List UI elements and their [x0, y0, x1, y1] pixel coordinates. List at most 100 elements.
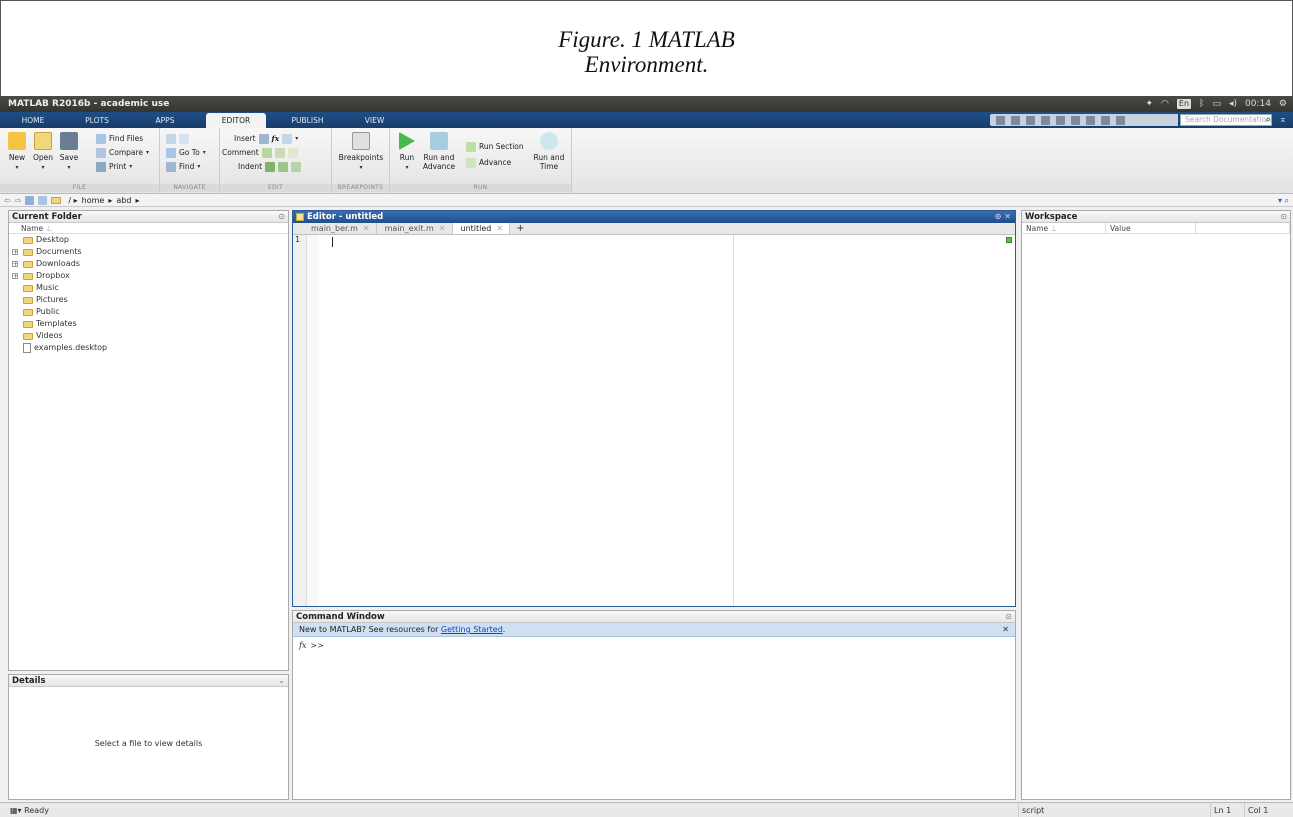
insert-function-icon[interactable]: fx [272, 134, 280, 144]
file-item[interactable]: examples.desktop [9, 342, 288, 354]
tab-apps[interactable]: APPS [140, 113, 190, 128]
save-button[interactable]: Save ▾ [58, 132, 80, 172]
quick-paste-icon[interactable] [1056, 115, 1065, 125]
run-and-time-button[interactable]: Run and Time [532, 132, 566, 171]
folder-item[interactable]: Desktop [9, 234, 288, 246]
close-tab-icon[interactable]: ✕ [496, 224, 503, 233]
item-name: examples.desktop [34, 343, 108, 352]
search-documentation-input[interactable]: Search Documentation [1180, 114, 1272, 126]
folder-item[interactable]: Templates [9, 318, 288, 330]
run-button[interactable]: Run ▾ [396, 132, 418, 172]
quick-redo-icon[interactable] [1086, 115, 1095, 125]
workspace-value-column[interactable]: Value [1106, 223, 1196, 233]
indent-button[interactable]: Indent [238, 162, 302, 172]
editor-tab-main-ber[interactable]: main_ber.m ✕ [303, 223, 377, 234]
close-tab-icon[interactable]: ✕ [439, 224, 446, 233]
path-segment-abd[interactable]: abd [116, 194, 131, 207]
workspace-name-column[interactable]: Name ⊥ [1022, 223, 1106, 233]
folder-item[interactable]: Music [9, 282, 288, 294]
wifi-icon[interactable]: ◠ [1161, 96, 1169, 112]
find-button[interactable]: Find ▾ [166, 162, 200, 172]
help-icon[interactable] [1116, 115, 1125, 125]
keyboard-language[interactable]: En [1176, 99, 1192, 109]
clock[interactable]: 00:14 [1245, 96, 1271, 112]
panel-menu-icon[interactable]: ⊙ [1005, 611, 1012, 623]
compare-button[interactable]: Compare ▾ [96, 148, 149, 158]
edit-section: Insert fx ▾ Comment Indent EDIT [220, 128, 332, 194]
close-banner-icon[interactable]: ✕ [1002, 623, 1009, 637]
folder-item[interactable]: Videos [9, 330, 288, 342]
compare-icon [96, 148, 106, 158]
back-arrow-icon[interactable]: ⇦ [4, 194, 11, 207]
code-folding-column[interactable] [307, 235, 319, 606]
getting-started-link[interactable]: Getting Started [441, 625, 503, 634]
folder-item[interactable]: Pictures [9, 294, 288, 306]
browse-folder-icon[interactable] [38, 195, 48, 205]
tab-editor[interactable]: EDITOR [206, 113, 266, 128]
command-prompt[interactable]: fx >> [293, 637, 1015, 654]
dropbox-icon[interactable]: ✦ [1146, 96, 1154, 112]
up-folder-icon[interactable] [25, 195, 35, 205]
panel-menu-icon[interactable]: ⊙ [278, 211, 285, 223]
quick-save-icon[interactable] [1011, 115, 1020, 125]
path-segment-home[interactable]: home [82, 194, 105, 207]
quick-switch-windows-icon[interactable] [1101, 115, 1110, 125]
command-window-header: Command Window ⊙ [293, 611, 1015, 623]
quick-undo-icon[interactable] [1071, 115, 1080, 125]
insert-label: Insert [234, 134, 256, 143]
battery-icon[interactable]: ▭ [1212, 96, 1221, 112]
root-folder-icon[interactable] [51, 196, 62, 204]
quick-copy-icon[interactable] [1041, 115, 1050, 125]
editor-tab-label: main_exit.m [384, 224, 434, 233]
name-column-header[interactable]: Name ⊥ [9, 223, 288, 234]
run-section-button[interactable]: Run Section [466, 142, 524, 152]
quick-cut-icon[interactable] [1026, 115, 1035, 125]
volume-icon[interactable]: ◂) [1229, 96, 1237, 112]
go-to-button[interactable]: Go To ▾ [166, 148, 206, 158]
folder-item[interactable]: + Downloads [9, 258, 288, 270]
code-editor[interactable]: 1 [293, 235, 1015, 606]
new-button[interactable]: New ▾ [6, 132, 28, 172]
quick-access-toolbar [990, 114, 1178, 126]
quick-new-icon[interactable] [996, 115, 1005, 125]
function-browser-icon[interactable]: fx [299, 641, 306, 650]
folder-item[interactable]: Public [9, 306, 288, 318]
name-column-label: Name [21, 224, 44, 233]
expand-icon[interactable]: + [12, 249, 18, 256]
run-and-advance-button[interactable]: Run and Advance [422, 132, 456, 171]
print-button[interactable]: Print ▾ [96, 162, 132, 172]
panel-menu-icon[interactable]: ⊙ [1280, 211, 1287, 223]
back-forward-buttons[interactable] [166, 134, 189, 144]
new-icon [8, 132, 26, 150]
collapse-ribbon-icon[interactable]: ⌅ [1279, 114, 1289, 126]
search-folder-icon[interactable]: ▾ ⌕ [1278, 194, 1289, 207]
new-tab-plus-icon[interactable]: + [510, 223, 530, 234]
tab-home[interactable]: HOME [8, 113, 58, 128]
insert-button[interactable]: Insert fx ▾ [234, 134, 298, 144]
breakpoints-button[interactable]: Breakpoints ▾ [338, 132, 384, 172]
comment-button[interactable]: Comment [222, 148, 298, 158]
folder-item[interactable]: + Dropbox [9, 270, 288, 282]
search-icon[interactable]: ⌕ [1262, 114, 1274, 126]
tab-plots[interactable]: PLOTS [72, 113, 122, 128]
find-files-label: Find Files [109, 134, 144, 143]
folder-item[interactable]: + Documents [9, 246, 288, 258]
settings-gear-icon[interactable]: ⚙ [1279, 96, 1287, 112]
tab-view[interactable]: VIEW [352, 113, 397, 128]
editor-tab-main-exit[interactable]: main_exit.m ✕ [377, 223, 453, 234]
open-button[interactable]: Open ▾ [32, 132, 54, 172]
editor-tab-untitled[interactable]: untitled ✕ [452, 223, 511, 234]
path-root[interactable]: / ▸ [68, 194, 77, 207]
workspace-extra-column [1196, 223, 1290, 233]
bluetooth-icon[interactable]: ᛒ [1199, 96, 1204, 112]
expand-icon[interactable]: + [12, 273, 18, 280]
expand-icon[interactable]: + [12, 261, 18, 268]
close-tab-icon[interactable]: ✕ [363, 224, 370, 233]
tab-publish[interactable]: PUBLISH [280, 113, 335, 128]
forward-arrow-icon[interactable]: ⇨ [15, 194, 22, 207]
find-files-button[interactable]: Find Files [96, 134, 143, 144]
advance-button[interactable]: Advance [466, 158, 511, 168]
chevron-down-icon[interactable]: ⌄ [278, 675, 285, 687]
code-analyzer-status-icon[interactable] [1006, 237, 1012, 243]
editor-menu-close-icon[interactable]: ⊙ ✕ [995, 211, 1011, 223]
